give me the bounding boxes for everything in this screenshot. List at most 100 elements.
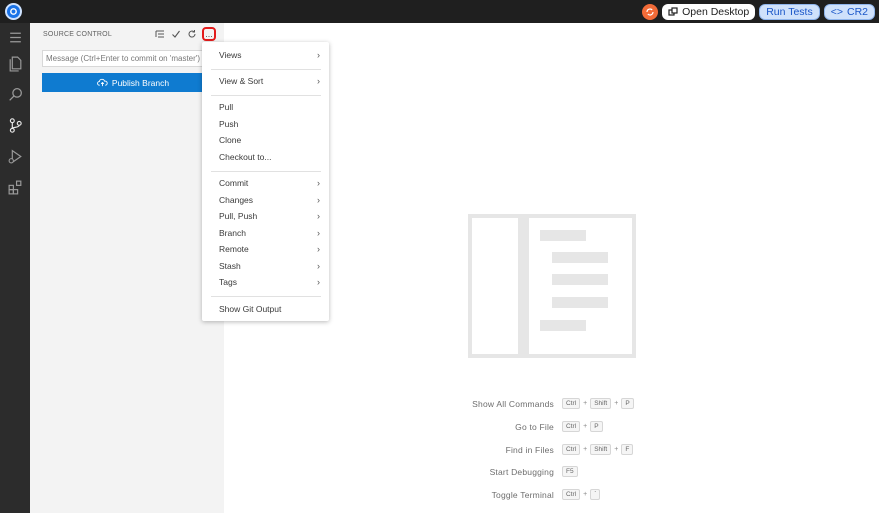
panel-title: SOURCE CONTROL [43,31,112,38]
key: Ctrl [562,398,581,409]
activity-bar [0,23,30,513]
publish-branch-label: Publish Branch [111,77,170,88]
commit-message-input[interactable]: Message (Ctrl+Enter to commit on 'master… [42,50,218,67]
plus-sign: + [614,400,619,407]
key: F [621,444,634,455]
menu-item-branch[interactable]: Branch › [202,226,329,241]
shortcut-keys: Ctrl + P [562,421,603,432]
chevron-right-icon: › [317,50,320,60]
menu-item-label: View & Sort [219,76,264,86]
explorer-icon[interactable] [5,53,25,73]
refresh-icon[interactable] [186,28,197,39]
more-actions-button[interactable]: ... [202,27,216,41]
shortcut-row: Find in Files Ctrl + Shift + F [440,444,740,457]
plus-sign: + [583,400,588,407]
run-debug-icon[interactable] [5,146,25,166]
key: F5 [562,466,578,477]
menu-item-label: Show Git Output [219,304,282,314]
menu-item-view-sort[interactable]: View & Sort › [202,74,329,89]
shortcut-keys: Ctrl + Shift + P [562,398,634,409]
menu-icon[interactable] [5,27,25,47]
menu-item-commit[interactable]: Commit › [202,176,329,191]
key: P [590,421,603,432]
shortcut-row: Toggle Terminal Ctrl + ` [440,489,740,502]
watermark-line [540,320,586,331]
search-icon[interactable] [5,84,25,104]
publish-branch-button[interactable]: Publish Branch [42,73,224,92]
menu-item-label: Changes [219,195,254,205]
chevron-right-icon: › [317,228,320,238]
shortcut-keys: Ctrl + ` [562,489,601,500]
open-desktop-label: Open Desktop [682,5,750,18]
menu-item-label: Stash [219,261,241,271]
gear-icon [10,8,17,15]
key: Ctrl [562,489,581,500]
top-actions: Open Desktop Run Tests <> CR2 [642,3,875,20]
menu-item-views[interactable]: Views › [202,48,329,63]
menu-item-clone[interactable]: Clone [202,133,329,148]
chevron-right-icon: › [317,178,320,188]
watermark-line [552,297,608,308]
menu-item-label: Pull, Push [219,211,258,221]
menu-item-show-git-output[interactable]: Show Git Output [202,302,329,317]
cr2-button[interactable]: <> CR2 [823,3,875,20]
key: Ctrl [562,444,581,455]
panel-toolbar [154,28,197,39]
menu-item-checkout[interactable]: Checkout to... [202,150,329,165]
key: ` [590,489,601,500]
chevron-right-icon: › [317,244,320,254]
menu-item-label: Clone [219,135,242,145]
top-bar: Open Desktop Run Tests <> CR2 [0,0,879,23]
menu-item-label: Commit [219,178,249,188]
key: P [621,398,634,409]
shortcut-label: Toggle Terminal [491,490,554,500]
menu-item-label: Remote [219,244,249,254]
cloud-upload-icon [97,78,108,87]
sync-icon[interactable] [642,3,659,20]
source-control-icon[interactable] [5,115,25,135]
key: Shift [590,398,612,409]
shortcut-keys: F5 [562,466,578,477]
menu-item-label: Branch [219,228,246,238]
view-as-tree-icon[interactable] [154,28,165,39]
menu-item-pull[interactable]: Pull [202,100,329,115]
menu-item-tags[interactable]: Tags › [202,275,329,290]
app-window: Open Desktop Run Tests <> CR2 SOURCE CON… [0,0,879,513]
menu-divider [211,296,321,297]
commit-check-icon[interactable] [170,28,181,39]
chevron-right-icon: › [317,261,320,271]
editor-watermark-logo [468,214,636,358]
menu-item-push[interactable]: Push [202,117,329,132]
menu-item-label: Pull [219,102,234,112]
menu-item-stash[interactable]: Stash › [202,259,329,274]
chevron-right-icon: › [317,76,320,86]
cr2-label: CR2 [846,5,868,18]
menu-item-changes[interactable]: Changes › [202,193,329,208]
watermark-line [552,274,608,285]
code-icon: <> [830,5,843,18]
plus-sign: + [583,423,588,430]
watermark-divider [518,214,529,358]
menu-item-label: Push [219,119,239,129]
shortcut-row: Show All Commands Ctrl + Shift + P [440,398,740,411]
app-logo-icon[interactable] [5,3,22,20]
shortcut-label: Start Debugging [489,467,554,477]
source-control-panel: SOURCE CONTROL ... Message (Ctrl+Enter t… [30,23,224,513]
menu-divider [211,69,321,70]
menu-item-remote[interactable]: Remote › [202,242,329,257]
shortcut-row: Start Debugging F5 [440,466,740,479]
shortcut-keys: Ctrl + Shift + F [562,444,634,455]
run-tests-button[interactable]: Run Tests [759,3,820,20]
menu-divider [211,171,321,172]
extensions-icon[interactable] [5,177,25,197]
shortcut-row: Go to File Ctrl + P [440,421,740,434]
menu-item-label: Tags [219,277,237,287]
open-desktop-button[interactable]: Open Desktop [662,3,756,20]
plus-sign: + [614,446,619,453]
watermark-line [540,230,586,241]
key: Ctrl [562,421,581,432]
chevron-right-icon: › [317,195,320,205]
menu-item-label: Checkout to... [219,152,272,162]
menu-item-pull-push[interactable]: Pull, Push › [202,209,329,224]
watermark-line [552,252,608,263]
